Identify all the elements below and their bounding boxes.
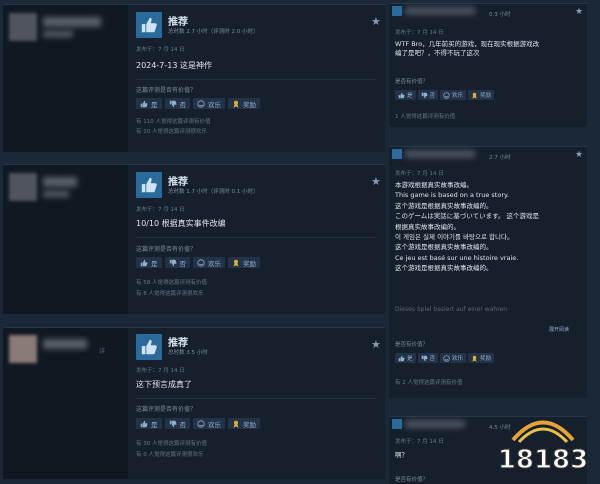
read-more-link[interactable]: 展开阅读 — [549, 326, 569, 333]
reviewer-name[interactable] — [405, 420, 465, 428]
vote-no-button[interactable]: 否 — [164, 257, 190, 268]
review-text: 本游戏根据真实故事改编。 This game is based on a tru… — [395, 181, 540, 273]
vote-funny-button[interactable]: 欢乐 — [440, 353, 467, 363]
vote-yes-button[interactable]: 是 — [136, 418, 162, 429]
helpful-question: 这篇评测是否有价值？ — [136, 87, 197, 94]
vote-funny-button[interactable]: 欢乐 — [193, 98, 225, 109]
posted-date: 发布于：7 月 14 日 — [136, 207, 185, 213]
reviewer-name[interactable] — [405, 150, 475, 158]
reviewer-meta — [43, 31, 73, 37]
review-hours: 总时数 3.5 小时 — [168, 350, 208, 356]
funny-count: 有 8 人觉得这篇评测很欢乐 — [136, 291, 204, 297]
reviewer-meta: 详 — [99, 348, 106, 355]
reviewer-name[interactable] — [43, 177, 77, 187]
vote-funny-button[interactable]: 欢乐 — [193, 418, 225, 429]
vote-yes-button[interactable]: 是 — [136, 257, 162, 268]
reviewer-name[interactable] — [405, 7, 475, 15]
review-card: 推荐 总时数 1.7 小时（评测时 0.1 小时） ★ 发布于：7 月 14 日… — [3, 164, 385, 314]
award-button[interactable]: 奖励 — [228, 98, 260, 109]
review-verdict: 推荐 — [168, 338, 188, 349]
vote-buttons: 是 否 欢乐 奖励 — [136, 98, 260, 109]
thumbs-up-icon — [136, 334, 162, 360]
reviewer-meta — [43, 191, 69, 197]
posted-date: 发布于：7 月 14 日 — [136, 368, 185, 374]
review-card: 0.3 小时 ★ 发布于：7 月 14 日 WTF Bro，几年前买的游戏，现在… — [389, 3, 587, 127]
avatar[interactable] — [9, 173, 37, 201]
review-verdict: 推荐 — [168, 177, 188, 188]
funny-count: 有 10 人觉得这篇评测很欢乐 — [136, 129, 207, 135]
posted-date: 发布于：7 月 14 日 — [395, 171, 444, 177]
funny-count: 有 0 人觉得这篇评测很欢乐 — [136, 452, 204, 458]
helpful-count: 1 人觉得这篇评测有价值 — [395, 114, 456, 120]
thumbs-up-icon — [392, 149, 402, 159]
helpful-question: 这篇评测是否有价值？ — [136, 406, 197, 413]
vote-funny-button[interactable]: 欢乐 — [193, 257, 225, 268]
vote-yes-button[interactable]: 是 — [136, 98, 162, 109]
truncated-text: Dieses Spiel basiert auf einer wahren — [395, 306, 508, 313]
review-text: 2024-7-13 这是神作 — [136, 61, 212, 70]
award-button[interactable]: 奖励 — [228, 257, 260, 268]
vote-yes-button[interactable]: 是 — [395, 90, 416, 100]
helpful-count: 有 30 人觉得这篇评测有价值 — [136, 441, 207, 447]
review-hours: 2.7 小时 — [489, 155, 511, 161]
watermark-text: 18183 — [498, 445, 588, 475]
posted-date: 发布于：7 月 14 日 — [136, 47, 185, 53]
helpful-count: 有 58 人觉得这篇评测有价值 — [136, 280, 207, 286]
thumbs-up-icon — [392, 6, 402, 16]
vote-no-button[interactable]: 否 — [417, 90, 439, 100]
vote-buttons: 是 否 欢乐 奖励 — [395, 353, 495, 363]
award-star-icon[interactable]: ★ — [575, 150, 583, 160]
reviewer-name[interactable] — [43, 17, 101, 27]
review-verdict: 推荐 — [168, 17, 188, 28]
posted-date: 发布于：7 月 14 日 — [395, 30, 444, 36]
helpful-question: 是否有价值？ — [395, 79, 429, 85]
award-button[interactable]: 奖励 — [468, 353, 495, 363]
watermark-logo: 18183 — [493, 410, 593, 480]
review-text: 这下预言成真了 — [136, 380, 192, 389]
vote-no-button[interactable]: 否 — [417, 353, 439, 363]
review-card: 推荐 总时数 2.7 小时（评测时 2.0 小时） ★ 发布于：7 月 14 日… — [3, 4, 385, 152]
vote-no-button[interactable]: 否 — [164, 98, 190, 109]
award-star-icon[interactable]: ★ — [575, 7, 583, 17]
vote-funny-button[interactable]: 欢乐 — [440, 90, 467, 100]
thumbs-up-icon — [392, 419, 402, 429]
divider — [136, 398, 376, 399]
helpful-question: 是否有价值？ — [395, 477, 429, 483]
posted-date: 发布于：7 月 14 日 — [395, 439, 444, 445]
avatar[interactable] — [9, 13, 37, 41]
helpful-count: 有 110 人觉得这篇评测有价值 — [136, 119, 211, 125]
vote-buttons: 是 否 欢乐 奖励 — [395, 90, 495, 100]
vote-buttons: 是 否 欢乐 奖励 — [136, 257, 260, 268]
reviewer-panel — [3, 165, 128, 314]
reviewer-name[interactable] — [43, 339, 87, 349]
award-star-icon[interactable]: ★ — [371, 175, 381, 188]
reviewer-panel: 详 — [3, 328, 128, 479]
review-card: 2.7 小时 ★ 发布于：7 月 14 日 本游戏根据真实故事改编。 This … — [389, 146, 587, 398]
award-button[interactable]: 奖励 — [228, 418, 260, 429]
vote-no-button[interactable]: 否 — [164, 418, 190, 429]
review-text: WTF Bro，几年前买的游戏，现在现实根据游戏改 编了是吧？，不得不玩了这次 — [395, 40, 540, 58]
thumbs-up-icon — [136, 12, 162, 38]
review-text: 10/10 根据真实事件改编 — [136, 219, 226, 228]
review-card: 详 推荐 总时数 3.5 小时 ★ 发布于：7 月 14 日 这下预言成真了 这… — [3, 327, 385, 479]
helpful-question: 是否有价值？ — [395, 342, 429, 348]
avatar[interactable] — [9, 335, 37, 363]
vote-buttons: 是 否 欢乐 奖励 — [136, 418, 260, 429]
review-hours: 总时数 1.7 小时（评测时 0.1 小时） — [168, 189, 259, 195]
award-star-icon[interactable]: ★ — [371, 338, 381, 351]
reviewer-panel — [3, 5, 128, 152]
award-star-icon[interactable]: ★ — [371, 15, 381, 28]
divider — [136, 237, 376, 238]
thumbs-up-icon — [136, 172, 162, 198]
helpful-count: 有 2 人觉得这篇评测有价值 — [395, 380, 463, 386]
vote-yes-button[interactable]: 是 — [395, 353, 416, 363]
review-hours: 0.3 小时 — [489, 12, 511, 18]
helpful-question: 这篇评测是否有价值？ — [136, 246, 197, 253]
award-button[interactable]: 奖励 — [468, 90, 495, 100]
divider — [136, 79, 376, 80]
review-hours: 总时数 2.7 小时（评测时 2.0 小时） — [168, 29, 259, 35]
